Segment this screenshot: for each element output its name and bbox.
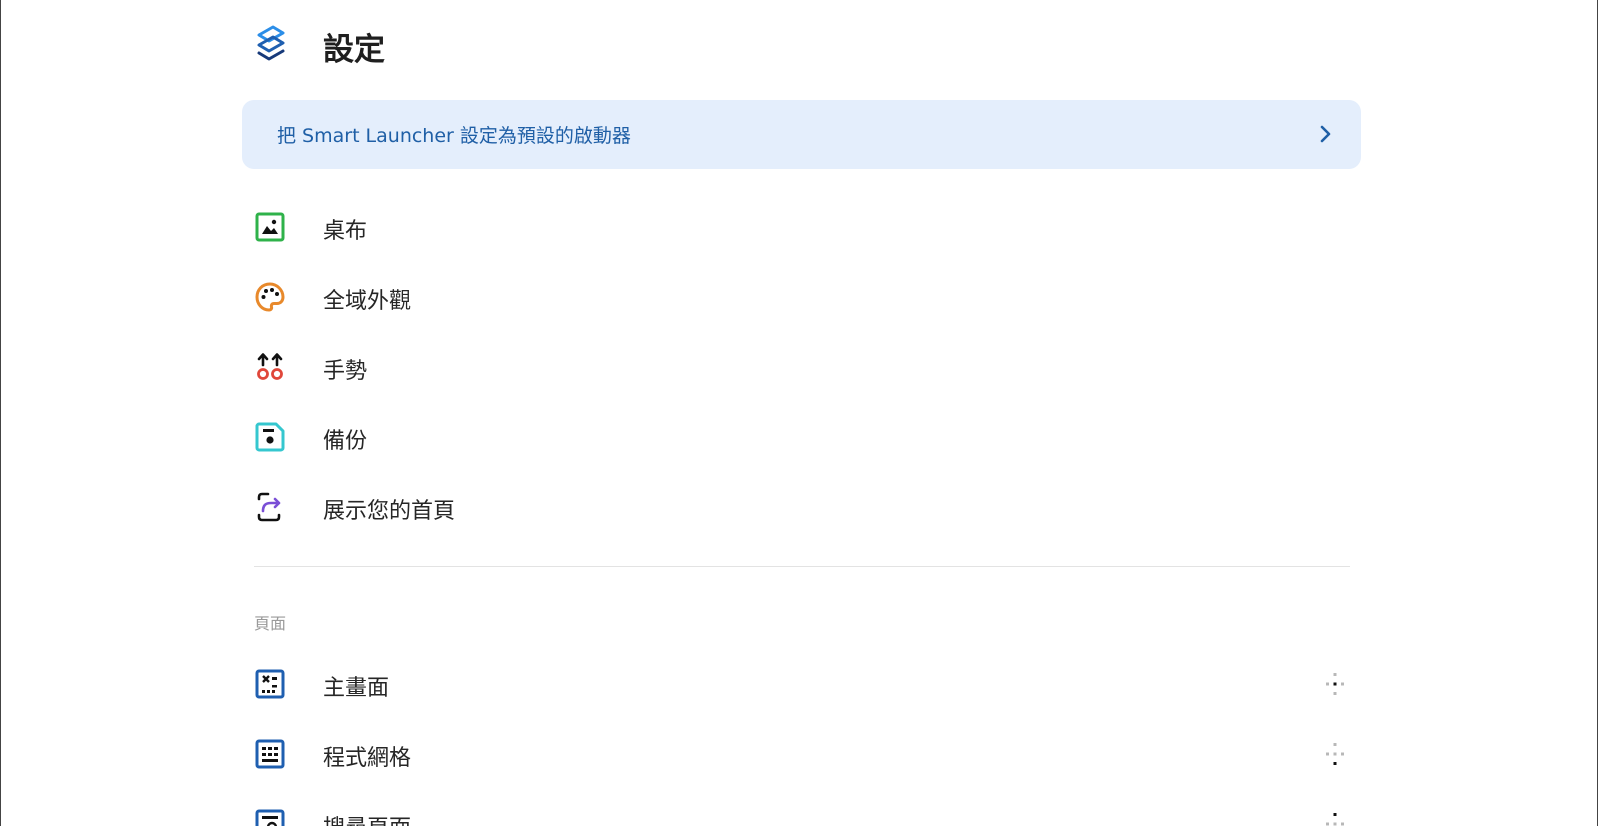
home-screen-icon bbox=[255, 669, 285, 699]
menu-item-wallpaper[interactable]: 桌布 bbox=[242, 199, 1361, 255]
palette-icon bbox=[255, 282, 285, 312]
page-item-search-page[interactable]: 搜尋頁面 bbox=[242, 796, 1361, 826]
gestures-icon bbox=[257, 353, 283, 380]
menu-item-gestures[interactable]: 手勢 bbox=[242, 339, 1361, 395]
drag-handle-icon[interactable] bbox=[1321, 740, 1349, 768]
smart-launcher-logo-icon bbox=[257, 25, 285, 61]
menu-item-backup[interactable]: 備份 bbox=[242, 409, 1361, 465]
menu-item-share-home[interactable]: 展示您的首頁 bbox=[242, 479, 1361, 535]
drag-handle-icon[interactable] bbox=[1321, 670, 1349, 698]
menu-item-label: 全域外觀 bbox=[323, 289, 412, 314]
page-item-home-screen[interactable]: 主畫面 bbox=[242, 656, 1361, 712]
menu-item-label: 桌布 bbox=[323, 219, 368, 244]
set-default-launcher-banner[interactable]: 把 Smart Launcher 設定為預設的啟動器 bbox=[242, 100, 1361, 169]
page-item-app-grid[interactable]: 程式網格 bbox=[242, 726, 1361, 782]
settings-window: 設定 把 Smart Launcher 設定為預設的啟動器 桌布 全域外觀 手勢… bbox=[0, 0, 1598, 826]
search-page-icon bbox=[255, 809, 285, 826]
page-item-label: 搜尋頁面 bbox=[323, 810, 411, 826]
page-item-label: 主畫面 bbox=[323, 676, 390, 701]
section-label-pages: 頁面 bbox=[254, 614, 287, 633]
chevron-right-icon bbox=[1320, 125, 1331, 143]
app-grid-icon bbox=[255, 739, 285, 769]
menu-item-label: 備份 bbox=[323, 429, 368, 454]
section-divider bbox=[254, 566, 1350, 567]
page-item-label: 程式網格 bbox=[323, 746, 412, 771]
menu-item-label: 手勢 bbox=[323, 359, 368, 384]
menu-item-label: 展示您的首頁 bbox=[323, 499, 456, 524]
drag-handle-icon[interactable] bbox=[1321, 810, 1349, 826]
header: 設定 bbox=[253, 22, 385, 68]
menu-item-global-appearance[interactable]: 全域外觀 bbox=[242, 269, 1361, 325]
share-icon bbox=[257, 492, 281, 522]
page-title: 設定 bbox=[323, 32, 385, 68]
banner-text: 把 Smart Launcher 設定為預設的啟動器 bbox=[277, 125, 631, 147]
wallpaper-icon bbox=[255, 212, 285, 242]
backup-icon bbox=[255, 422, 285, 452]
